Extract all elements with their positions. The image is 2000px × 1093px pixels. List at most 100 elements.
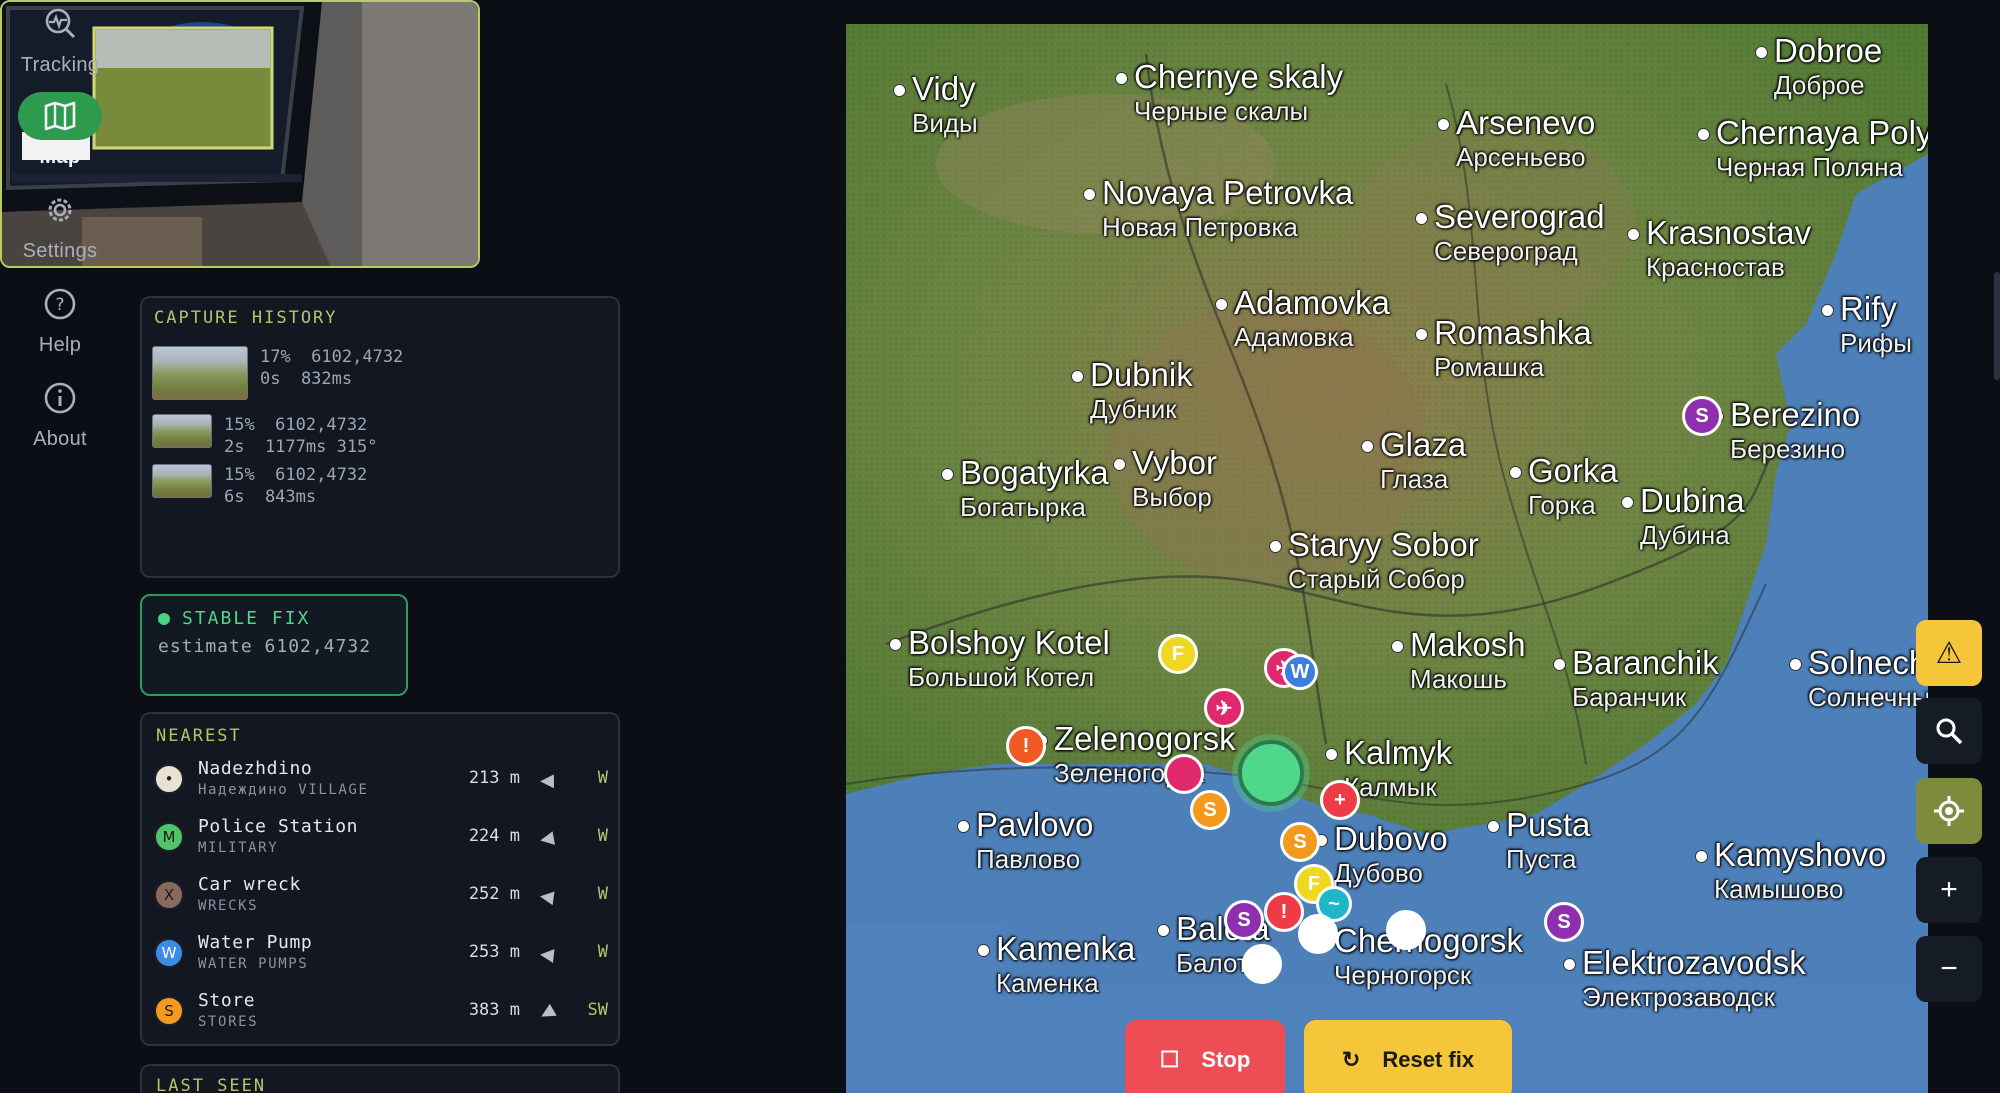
poi-marker[interactable]: S: [1682, 396, 1722, 436]
nearest-direction: W: [597, 826, 608, 846]
poi-marker[interactable]: S: [1544, 902, 1584, 942]
nearest-distance: 252 m: [468, 884, 520, 904]
history-row[interactable]: 17% 6102,4732 0s 832ms: [152, 346, 403, 400]
history-thumbnail: [152, 464, 212, 498]
nearest-name: Water Pump: [198, 932, 313, 953]
poi-marker[interactable]: W: [1282, 654, 1318, 690]
place-dot-icon: [1695, 850, 1708, 863]
place-name: Rify: [1840, 290, 1897, 327]
history-line-2: 2s 1177ms 315°: [224, 437, 378, 457]
place-name-ru: Богатырка: [960, 492, 1086, 522]
place-name: Zelenogorsk: [1054, 720, 1236, 757]
search-button[interactable]: [1916, 698, 1982, 764]
zoom-out-button[interactable]: −: [1916, 936, 1982, 1002]
poi-marker[interactable]: [1298, 914, 1338, 954]
warning-button[interactable]: ⚠: [1916, 620, 1982, 686]
nav-label: About: [33, 428, 87, 450]
place-name-ru: Североград: [1434, 236, 1578, 266]
nav-about[interactable]: About: [0, 374, 120, 451]
place-dot-icon: [1083, 188, 1096, 201]
poi-marker[interactable]: [1164, 754, 1204, 794]
place-name: Adamovka: [1234, 284, 1390, 321]
place-name: Baranchik: [1572, 644, 1719, 681]
history-line-1: 15% 6102,4732: [224, 415, 368, 435]
direction-arrow-icon: ◀: [538, 826, 556, 850]
history-line-2: 0s 832ms: [260, 369, 353, 389]
place-dot-icon: [1415, 328, 1428, 341]
place-name-ru: Арсеньево: [1456, 142, 1586, 172]
place-name-ru: Камышово: [1714, 874, 1844, 904]
nearest-item[interactable]: W Water Pump WATER PUMPS 253 m ◀ W: [154, 928, 610, 980]
alert-icon[interactable]: !: [1264, 892, 1304, 932]
place-name: Dubina: [1640, 482, 1745, 519]
nearest-direction: W: [597, 768, 608, 788]
place-name-ru: Дубово: [1334, 858, 1423, 888]
place-dot-icon: [1437, 118, 1450, 131]
place-dot-icon: [1553, 658, 1566, 671]
nav-settings[interactable]: Settings: [0, 186, 120, 263]
airfield-icon[interactable]: ✈: [1204, 688, 1244, 728]
scrollbar[interactable]: [1994, 272, 2000, 380]
nearest-item[interactable]: M Police Station MILITARY 224 m ◀ W: [154, 812, 610, 864]
poi-marker[interactable]: [1242, 944, 1282, 984]
place-name: Berezino: [1730, 396, 1861, 433]
place-dot-icon: [1621, 496, 1634, 509]
place-name: Chernaya Polyana: [1716, 114, 1928, 151]
history-line-1: 17% 6102,4732: [260, 347, 404, 367]
poi-marker[interactable]: S: [1224, 900, 1264, 940]
place-name: Staryy Sobor: [1288, 526, 1479, 563]
nearest-item[interactable]: S Store STORES 383 m ◀ SW: [154, 986, 610, 1038]
place-name-ru: Каменка: [996, 968, 1099, 998]
svg-text:?: ?: [55, 295, 64, 315]
history-row[interactable]: 15% 6102,4732 2s 1177ms 315°: [152, 414, 378, 458]
place-name: Dubnik: [1090, 356, 1193, 393]
military-icon: M: [154, 822, 184, 852]
nav-label: Help: [38, 334, 82, 356]
nearest-name: Car wreck: [198, 874, 301, 895]
map-view[interactable]: Vidy Виды Chernye skaly Черные скалы Arsen…: [846, 24, 1928, 1093]
stable-fix-title: STABLE FIX: [182, 608, 311, 629]
place-name-ru: Рифы: [1840, 328, 1912, 358]
place-name-ru: Макошь: [1410, 664, 1507, 694]
nav-map[interactable]: Map: [0, 92, 120, 169]
last-seen-title: LAST SEEN: [156, 1076, 267, 1093]
place-name: Dobroe: [1774, 32, 1883, 69]
place-dot-icon: [1391, 640, 1404, 653]
place-name: Bolshoy Kotel: [908, 624, 1110, 661]
poi-marker[interactable]: +: [1320, 780, 1360, 820]
place-name-ru: Солнечный: [1808, 682, 1928, 712]
nearest-item[interactable]: • Nadezhdino Надеждино VILLAGE 213 m ◀ W: [154, 754, 610, 806]
place-dot-icon: [1563, 958, 1576, 971]
nav-tracking[interactable]: Tracking: [0, 0, 120, 77]
poi-marker[interactable]: [1386, 910, 1426, 950]
alert-icon[interactable]: !: [1006, 726, 1046, 766]
store-icon: S: [154, 996, 184, 1026]
reset-fix-button[interactable]: ↻ Reset fix: [1304, 1020, 1512, 1093]
direction-arrow-icon: ◀: [538, 885, 556, 907]
nearest-subtitle: Надеждино VILLAGE: [198, 782, 369, 798]
history-row[interactable]: 15% 6102,4732 6s 843ms: [152, 464, 367, 508]
nearest-name: Store: [198, 990, 256, 1011]
place-name: Makosh: [1410, 626, 1526, 663]
locate-button[interactable]: [1916, 778, 1982, 844]
reset-button-label: Reset fix: [1382, 1047, 1475, 1072]
place-name-ru: Глаза: [1380, 464, 1449, 494]
store-icon[interactable]: S: [1280, 822, 1320, 862]
nav-help[interactable]: ? Help: [0, 280, 120, 357]
place-name: Romashka: [1434, 314, 1592, 351]
nearest-direction: W: [597, 884, 608, 904]
nearest-subtitle: MILITARY: [198, 840, 279, 856]
capture-history-panel: CAPTURE HISTORY 17% 6102,4732 0s 832ms 15…: [140, 296, 620, 578]
stop-button[interactable]: ☐ Stop: [1125, 1020, 1285, 1093]
nearest-item[interactable]: X Car wreck WRECKS 252 m ◀ W: [154, 870, 610, 922]
direction-arrow-icon: ◀: [539, 943, 556, 965]
store-icon[interactable]: S: [1190, 790, 1230, 830]
zoom-in-button[interactable]: +: [1916, 857, 1982, 923]
place-name: Vybor: [1132, 444, 1217, 481]
place-dot-icon: [1361, 440, 1374, 453]
last-seen-panel: LAST SEEN: [140, 1064, 620, 1093]
place-name: Kamenka: [996, 930, 1136, 967]
place-dot-icon: [1697, 128, 1710, 141]
poi-marker[interactable]: F: [1158, 634, 1198, 674]
place-name-ru: Доброе: [1774, 70, 1865, 100]
